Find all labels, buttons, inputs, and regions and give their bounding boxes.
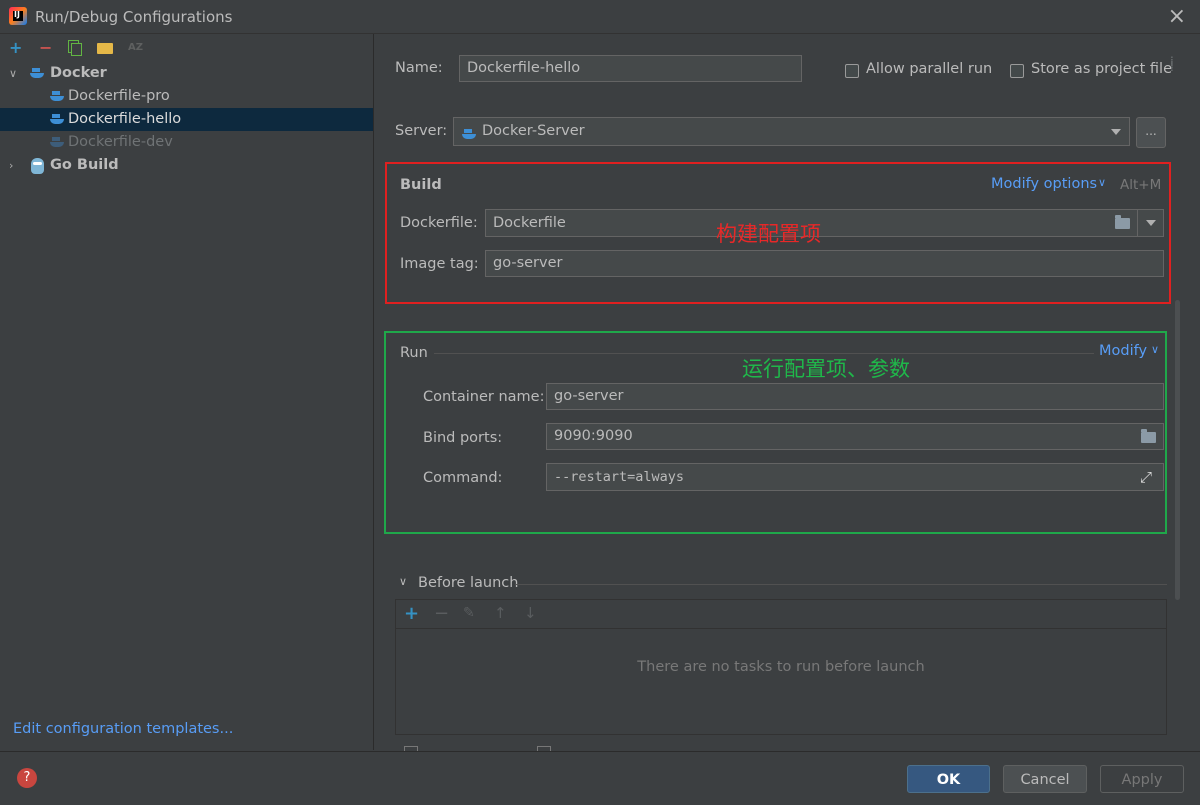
name-input[interactable]: Dockerfile-hello [459, 55, 802, 82]
tree-item-dockerfile-hello[interactable]: Dockerfile-hello [0, 108, 373, 131]
server-label: Server: [395, 123, 448, 139]
chevron-down-icon[interactable]: ∨ [1098, 176, 1106, 189]
add-task-icon[interactable]: + [404, 603, 419, 624]
bind-ports-input[interactable]: 9090:9090 [546, 423, 1164, 450]
cancel-button[interactable]: Cancel [1003, 765, 1087, 793]
server-more-button[interactable]: ... [1136, 117, 1166, 148]
docker-icon [50, 131, 64, 154]
help-icon[interactable]: ? [17, 768, 37, 788]
tree-item-label: Dockerfile-dev [68, 134, 173, 150]
docker-icon [50, 108, 64, 131]
docker-icon [30, 62, 44, 85]
move-down-icon[interactable]: ↓ [524, 604, 537, 622]
chevron-right-icon[interactable]: › [9, 154, 13, 177]
dockerfile-label: Dockerfile: [400, 215, 478, 231]
modify-options-shortcut: Alt+M [1120, 177, 1162, 193]
sort-alphabetically-icon[interactable]: AZ [128, 42, 143, 53]
run-modify-link[interactable]: Modify [1099, 343, 1147, 359]
chevron-down-icon[interactable]: ∨ [9, 62, 17, 85]
folder-open-icon[interactable] [1115, 215, 1130, 229]
store-as-project-file-checkbox[interactable] [1010, 64, 1024, 78]
tree-item-label: Docker [50, 65, 107, 81]
chevron-down-icon[interactable] [1146, 220, 1156, 226]
edit-task-icon[interactable]: ✎ [463, 605, 475, 621]
chevron-down-icon[interactable] [1111, 129, 1121, 135]
image-tag-label: Image tag: [400, 256, 479, 272]
docker-icon [462, 126, 476, 142]
ok-button[interactable]: OK [907, 765, 990, 793]
name-label: Name: [395, 60, 443, 76]
gopher-icon [31, 155, 44, 178]
build-section-title: Build [400, 177, 442, 193]
expand-icon[interactable]: ⤢ [1140, 468, 1152, 486]
close-icon[interactable]: × [1168, 4, 1186, 29]
copy-configuration-icon-front [71, 43, 82, 56]
apply-button[interactable]: Apply [1100, 765, 1184, 793]
remove-configuration-icon[interactable]: − [39, 38, 52, 57]
chevron-down-icon[interactable]: ∨ [1151, 343, 1159, 356]
allow-parallel-run-checkbox[interactable] [845, 64, 859, 78]
tree-item-label: Dockerfile-pro [68, 88, 170, 104]
tree-item-label: Go Build [50, 157, 119, 173]
window-title: Run/Debug Configurations [35, 8, 233, 26]
server-select[interactable]: Docker-Server [453, 117, 1130, 146]
container-name-input[interactable]: go-server [546, 383, 1164, 410]
tree-item-docker[interactable]: ∨ Docker [0, 62, 373, 85]
before-launch-empty-text: There are no tasks to run before launch [637, 659, 925, 675]
allow-parallel-run-label: Allow parallel run [866, 61, 993, 77]
folder-open-icon[interactable] [1141, 429, 1156, 443]
before-launch-title[interactable]: Before launch [418, 575, 518, 591]
tree-item-go-build[interactable]: › Go Build [0, 154, 373, 177]
build-annotation: 构建配置项 [716, 222, 821, 246]
command-input[interactable]: --restart=always [546, 463, 1164, 491]
bind-ports-label: Bind ports: [423, 430, 503, 446]
tree-item-dockerfile-dev[interactable]: Dockerfile-dev [0, 131, 373, 154]
before-launch-divider [515, 584, 1167, 585]
before-launch-toolbar [396, 600, 1166, 629]
docker-icon [50, 85, 64, 108]
image-tag-input[interactable]: go-server [485, 250, 1164, 277]
container-name-label: Container name: [423, 389, 545, 405]
tree-item-label: Dockerfile-hello [68, 111, 182, 127]
intellij-app-icon: IJ [9, 7, 27, 25]
folder-add-icon[interactable] [97, 43, 113, 54]
edit-configuration-templates-link[interactable]: Edit configuration templates... [13, 721, 233, 737]
move-up-icon[interactable]: ↑ [494, 604, 507, 622]
run-annotation: 运行配置项、参数 [742, 357, 910, 381]
tree-item-dockerfile-pro[interactable]: Dockerfile-pro [0, 85, 373, 108]
command-label: Command: [423, 470, 503, 486]
run-section-title: Run [400, 345, 428, 361]
modify-options-link[interactable]: Modify options [991, 176, 1097, 192]
store-as-project-file-label: Store as project file [1031, 61, 1172, 77]
scrollbar-thumb[interactable] [1175, 300, 1180, 600]
add-configuration-icon[interactable]: + [9, 38, 22, 57]
remove-task-icon[interactable]: − [434, 603, 449, 624]
chevron-down-icon[interactable]: ∨ [399, 575, 407, 588]
